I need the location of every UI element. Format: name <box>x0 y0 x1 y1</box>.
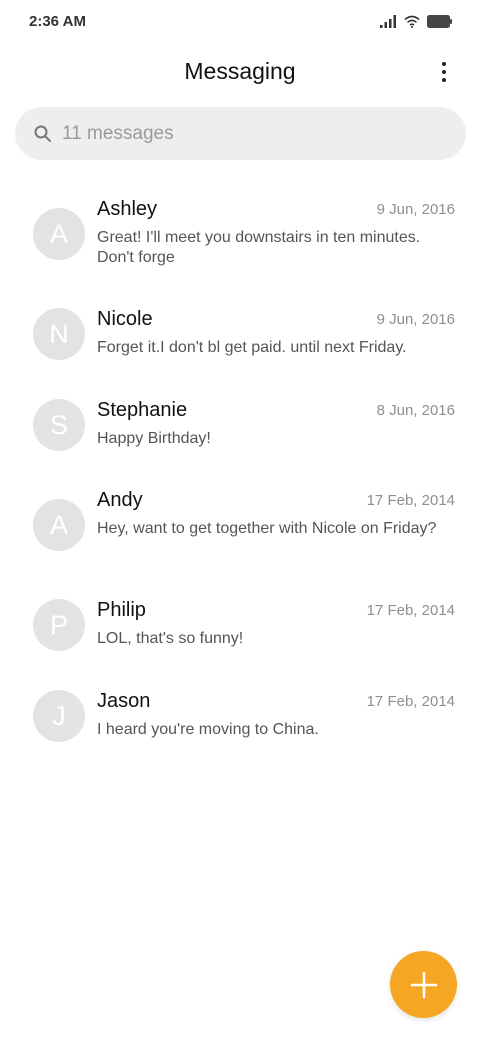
status-icons <box>380 12 452 30</box>
message-preview: Hey, want to get together with Nicole on… <box>97 520 437 537</box>
title-bar: Messaging <box>0 50 480 94</box>
contact-name: Jason <box>97 690 151 712</box>
battery-icon <box>427 14 452 28</box>
more-vertical-icon <box>442 62 446 66</box>
more-vertical-icon-dot <box>442 78 446 82</box>
status-bar: 2:36 AM <box>0 0 480 44</box>
signal-icon <box>380 14 396 28</box>
new-message-button[interactable] <box>390 951 457 1018</box>
avatar: S <box>33 399 85 451</box>
avatar: J <box>33 690 85 742</box>
message-date: 17 Feb, 2014 <box>366 602 455 619</box>
message-date: 17 Feb, 2014 <box>366 693 455 710</box>
page-title: Messaging <box>184 58 296 84</box>
avatar: N <box>33 308 85 360</box>
avatar: A <box>33 208 85 260</box>
search-input[interactable] <box>62 122 422 145</box>
message-preview: LOL, that's so funny! <box>97 630 244 647</box>
message-date: 9 Jun, 2016 <box>376 201 455 218</box>
message-date: 9 Jun, 2016 <box>376 311 455 328</box>
contact-name: Stephanie <box>97 399 188 421</box>
avatar: P <box>33 599 85 651</box>
message-date: 17 Feb, 2014 <box>366 492 455 509</box>
message-preview: Happy Birthday! <box>97 430 211 447</box>
search-icon <box>34 125 51 142</box>
status-time: 2:36 AM <box>29 13 86 30</box>
contact-name: Nicole <box>97 308 153 330</box>
wifi-icon <box>404 15 420 28</box>
contact-name: Andy <box>97 489 143 511</box>
message-date: 8 Jun, 2016 <box>376 402 455 419</box>
plus-icon <box>410 971 437 998</box>
more-vertical-icon-dot <box>442 70 446 74</box>
contact-name: Philip <box>97 599 146 621</box>
message-preview: I heard you're moving to China. <box>97 721 319 738</box>
message-preview: Forget it.I don't bl get paid. until nex… <box>97 339 407 356</box>
more-options-button[interactable] <box>432 58 456 86</box>
message-preview: Great! I'll meet you downstairs in ten m… <box>97 229 421 266</box>
avatar: A <box>33 499 85 551</box>
search-bar[interactable] <box>15 107 466 160</box>
contact-name: Ashley <box>97 198 158 220</box>
